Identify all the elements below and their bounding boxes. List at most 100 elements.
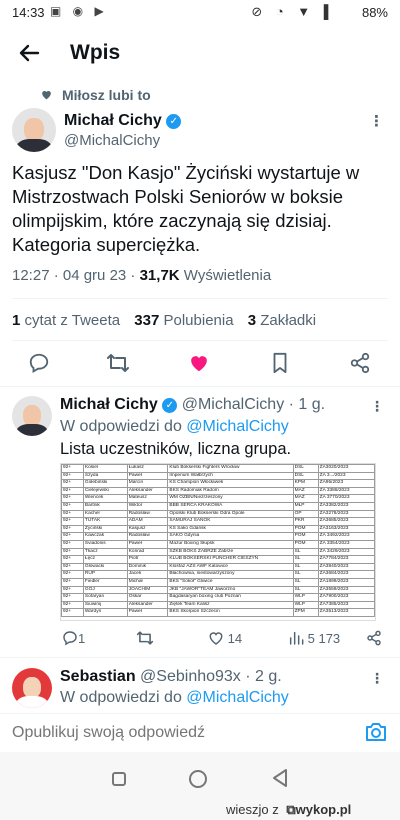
table-cell: RUP bbox=[82, 570, 128, 579]
table-row: 92+ TUTAK ADAM SAMURAJ SANOK PKR ZA3685/2023 bbox=[61, 517, 375, 526]
table-cell: ZA3684/2023 bbox=[317, 570, 375, 579]
reply-time: · 2 g. bbox=[245, 668, 282, 685]
table-row: 92+ Siuwinij Aleksander Ziętek Team Kalisz W… bbox=[61, 600, 375, 610]
views-count-button[interactable]: 5 173 bbox=[288, 630, 340, 646]
reply-input[interactable] bbox=[12, 721, 342, 745]
author-handle[interactable]: @MichalCichy bbox=[64, 132, 160, 149]
table-cell: PKR bbox=[292, 517, 319, 526]
avatar[interactable] bbox=[12, 668, 52, 708]
table-cell: 92+ bbox=[61, 524, 84, 534]
table-cell: ZA 3354/2023 bbox=[317, 539, 375, 549]
table-cell: ZA3163/2023 bbox=[317, 524, 375, 534]
table-cell: ZA 3492/2023 bbox=[317, 532, 375, 541]
table-cell: Życiński bbox=[82, 524, 128, 534]
table-cell: Kachel bbox=[82, 509, 128, 519]
table-cell: Oskar bbox=[126, 593, 169, 602]
tweet-timestamp: 12:27 · 04 gru 23 · 31,7K Wyświetlenia bbox=[12, 267, 271, 284]
retweet-icon[interactable] bbox=[106, 352, 130, 379]
table-cell: 92+ bbox=[61, 539, 84, 549]
table-cell: ZPM bbox=[292, 608, 319, 617]
avatar[interactable] bbox=[12, 108, 56, 152]
table-cell: Jacek bbox=[126, 570, 169, 579]
table-cell: POM bbox=[292, 532, 319, 541]
table-cell: ŚL bbox=[292, 577, 319, 587]
table-cell: BBB SERCA KRAKOWA bbox=[167, 501, 294, 511]
like-count-button[interactable]: 14 bbox=[208, 630, 242, 646]
table-cell: MAZ bbox=[292, 486, 319, 496]
social-context: Miłosz lubi to bbox=[62, 87, 151, 103]
table-cell: Kosiel bbox=[82, 464, 128, 473]
table-cell: Radosław bbox=[126, 509, 169, 519]
table-cell: Gołebiński bbox=[82, 479, 128, 488]
table-cell: KLUB BOKSERSKI PUNCHER CIESZYN bbox=[167, 555, 294, 564]
table-cell: 92+ bbox=[61, 494, 84, 503]
more-options-icon[interactable]: ⋮ bbox=[370, 398, 384, 415]
share-icon[interactable] bbox=[349, 352, 371, 379]
retweet-icon[interactable] bbox=[136, 630, 154, 646]
notification-icons: ▣ ◉ ▶ bbox=[50, 4, 108, 18]
reply-author-name[interactable]: Michał Cichy bbox=[60, 396, 158, 413]
like-icon[interactable] bbox=[188, 352, 210, 379]
reply-header: Michał Cichy ✓ @MichalCichy · 1 g. bbox=[60, 396, 325, 414]
bookmark-icon[interactable] bbox=[270, 352, 290, 379]
likes-stat[interactable]: 337 Polubienia bbox=[134, 312, 233, 329]
table-cell: ZA1899/2023 bbox=[317, 577, 375, 587]
quotes-stat[interactable]: 1 cytat z Tweeta bbox=[12, 312, 120, 329]
table-cell: Kasjusz bbox=[126, 524, 169, 534]
table-cell: 92+ bbox=[61, 547, 84, 557]
table-cell: ŚL bbox=[292, 547, 319, 557]
table-cell: ZA 3429/2023 bbox=[317, 547, 375, 557]
table-cell: Ziętek Team Kalisz bbox=[167, 600, 294, 610]
table-cell: ZA3513/2023 bbox=[317, 608, 375, 617]
reply-author-handle[interactable]: @MichalCichy bbox=[182, 396, 284, 413]
liked-by-heart-icon bbox=[40, 88, 53, 106]
recents-icon[interactable] bbox=[112, 772, 126, 786]
table-cell: SZKB BOKS ZABRZE Zabrze bbox=[167, 547, 294, 557]
table-cell: 92+ bbox=[61, 555, 84, 564]
reply-author-name[interactable]: Sebastian bbox=[60, 668, 136, 685]
table-cell: Sofaryan bbox=[82, 593, 128, 602]
reply-icon[interactable] bbox=[28, 352, 50, 379]
table-cell: 92+ bbox=[61, 577, 84, 587]
table-cell: Dominik bbox=[126, 562, 169, 572]
share-icon[interactable] bbox=[366, 630, 382, 646]
table-cell: Łęcż bbox=[82, 555, 128, 564]
table-cell: ZA 3388/2023 bbox=[317, 486, 375, 496]
views-count: 5 173 bbox=[307, 631, 341, 646]
table-cell: Mazur Boxing Słupsk bbox=[167, 539, 294, 549]
bookmarks-label: Zakładki bbox=[260, 312, 317, 329]
status-bar: 14:33 ▣ ◉ ▶ ⊘ ◔ ▼ ▌ 88% bbox=[0, 0, 400, 26]
more-options-icon[interactable]: ⋮ bbox=[370, 670, 384, 687]
more-options-icon[interactable]: ⋮ bbox=[369, 112, 384, 130]
camera-icon[interactable] bbox=[364, 720, 388, 749]
table-row: 92+ Gołebiński Marcin KS Champion Włocławek… bbox=[61, 479, 375, 488]
watermark-user: wieszjo bbox=[226, 802, 269, 817]
table-cell: Tkacz bbox=[82, 547, 128, 557]
home-icon[interactable] bbox=[189, 770, 207, 788]
reply-to-handle[interactable]: @MichalCichy bbox=[186, 418, 288, 435]
watermark: wieszjo z ⧉wykop.pl bbox=[226, 802, 351, 818]
back-arrow-icon[interactable] bbox=[14, 38, 44, 68]
reply-author-handle[interactable]: @Sebinho93x bbox=[140, 668, 241, 685]
reply-time: · 1 g. bbox=[288, 396, 326, 413]
verified-badge-icon: ✓ bbox=[166, 114, 182, 129]
author-name[interactable]: Michał Cichy ✓ bbox=[64, 112, 182, 130]
reply-count-button[interactable]: 1 bbox=[62, 630, 85, 646]
tweet-stats: 1 cytat z Tweeta 337 Polubienia 3 Zakład… bbox=[12, 312, 316, 329]
views-label: Wyświetlenia bbox=[179, 267, 272, 284]
bookmarks-stat[interactable]: 3 Zakładki bbox=[248, 312, 316, 329]
table-cell: Michał bbox=[126, 577, 169, 587]
system-icons: ⊘ ◔ ▼ ▌ bbox=[251, 4, 338, 19]
table-cell: Wiktor bbox=[126, 501, 169, 511]
table-cell: Imperium Wałbrzych bbox=[167, 471, 294, 481]
table-cell: KS Champion Włocławek bbox=[167, 479, 294, 488]
avatar[interactable] bbox=[12, 396, 52, 436]
back-nav-icon[interactable] bbox=[272, 768, 288, 793]
divider bbox=[12, 340, 388, 341]
table-cell: 92+ bbox=[61, 509, 84, 519]
divider bbox=[12, 298, 388, 299]
table-cell: JKB "JAWOR"TEAM Jaworzno bbox=[167, 585, 294, 595]
attachment-image[interactable]: 92+ Kosiel Łukasz Klub Bokserski Fighters W… bbox=[60, 463, 376, 621]
table-cell: Radosław bbox=[126, 532, 169, 541]
reply-to-handle[interactable]: @MichalCichy bbox=[186, 689, 288, 706]
